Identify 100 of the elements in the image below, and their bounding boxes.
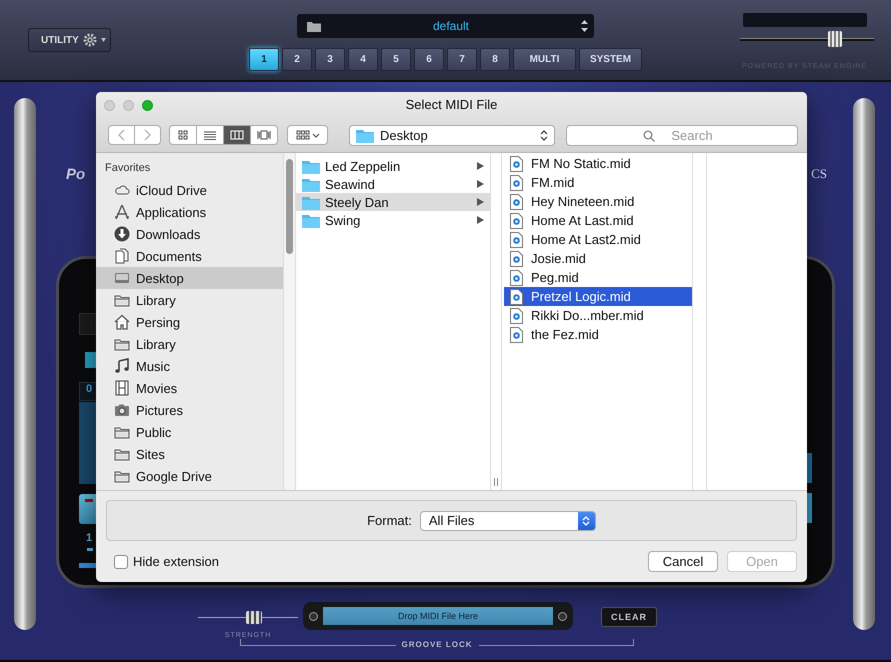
- file-row[interactable]: the Fez.mid: [504, 325, 692, 344]
- column-view-icon: [230, 129, 244, 141]
- folder-row[interactable]: Steely Dan: [296, 193, 490, 211]
- file-row[interactable]: Rikki Do...mber.mid: [504, 306, 692, 325]
- sidebar-heading: Favorites: [104, 162, 152, 176]
- format-label: Format:: [367, 513, 412, 528]
- slider-thumb[interactable]: [828, 31, 842, 47]
- folder-row[interactable]: Led Zeppelin: [296, 157, 490, 175]
- folder-row[interactable]: Seawind: [296, 175, 490, 193]
- clear-button[interactable]: CLEAR: [601, 607, 657, 627]
- file-row[interactable]: FM.mid: [504, 173, 692, 192]
- checkbox[interactable]: [114, 554, 128, 568]
- chevron-down-icon: [312, 132, 320, 138]
- desktop-icon: [114, 270, 130, 286]
- search-field[interactable]: Search: [566, 124, 798, 146]
- dialog-button[interactable]: Cancel: [648, 551, 718, 572]
- part-tab[interactable]: 4: [348, 48, 378, 71]
- disclosure-triangle-icon: [477, 198, 484, 206]
- music-note-icon: [114, 358, 130, 374]
- grid-icon: [296, 130, 310, 140]
- part-tab[interactable]: 2: [282, 48, 312, 71]
- part-tab[interactable]: 1: [249, 48, 279, 71]
- location-popup[interactable]: Desktop: [349, 124, 555, 146]
- midi-file-icon: [510, 156, 523, 172]
- arrange-button[interactable]: [287, 125, 328, 145]
- view-mode-button[interactable]: [223, 126, 250, 144]
- part-tab[interactable]: 8: [480, 48, 510, 71]
- compass-icon: [114, 204, 130, 220]
- sidebar-item[interactable]: Persing: [96, 311, 283, 333]
- folder-icon: [302, 212, 320, 228]
- stepper-icon: [540, 128, 548, 142]
- part-tab[interactable]: MULTI: [513, 48, 576, 71]
- utility-button[interactable]: UTILITY: [28, 28, 111, 52]
- file-row[interactable]: FM No Static.mid: [504, 154, 692, 173]
- midi-file-icon: [510, 250, 523, 266]
- sidebar-item[interactable]: iCloud Drive: [96, 179, 283, 201]
- midi-file-icon: [510, 174, 523, 190]
- documents-icon: [114, 248, 130, 264]
- sidebar-item[interactable]: Sites: [96, 443, 283, 465]
- zoom-button[interactable]: [142, 100, 153, 110]
- sidebar-item[interactable]: Pictures: [96, 399, 283, 421]
- part-tab[interactable]: 7: [447, 48, 477, 71]
- logo-text: CS: [811, 166, 827, 182]
- list-view-icon: [203, 129, 217, 141]
- sidebar-item[interactable]: Applications: [96, 201, 283, 223]
- preset-selector[interactable]: default: [297, 14, 594, 38]
- download-icon: [114, 226, 130, 242]
- window-title: Select MIDI File: [406, 97, 498, 112]
- channel-number: 1: [86, 532, 94, 544]
- resize-grip[interactable]: [494, 478, 498, 486]
- caret-icon: [101, 38, 106, 42]
- slider-thumb[interactable]: [246, 611, 262, 624]
- file-row[interactable]: Peg.mid: [504, 268, 692, 287]
- sidebar-item[interactable]: Desktop: [96, 267, 283, 289]
- folder-icon: [302, 194, 320, 210]
- midi-file-icon: [510, 232, 523, 248]
- sidebar-item[interactable]: Downloads: [96, 223, 283, 245]
- drop-zone-label: Drop MIDI File Here: [323, 607, 553, 625]
- disclosure-triangle-icon: [477, 216, 484, 224]
- drop-zone[interactable]: Drop MIDI File Here: [303, 602, 573, 630]
- file-row[interactable]: Pretzel Logic.mid: [504, 287, 692, 306]
- midi-file-icon: [510, 212, 523, 228]
- midi-file-icon: [510, 194, 523, 210]
- sidebar-item[interactable]: Library: [96, 289, 283, 311]
- midi-file-icon: [510, 308, 523, 324]
- disclosure-triangle-icon: [477, 162, 484, 170]
- cover-flow-icon: [257, 129, 271, 141]
- file-row[interactable]: Hey Nineteen.mid: [504, 192, 692, 211]
- sidebar-item[interactable]: Documents: [96, 245, 283, 267]
- search-icon: [643, 130, 655, 142]
- file-row[interactable]: Home At Last2.mid: [504, 230, 692, 249]
- screw-icon: [558, 612, 567, 620]
- midi-file-icon: [510, 288, 523, 304]
- file-row[interactable]: Home At Last.mid: [504, 211, 692, 230]
- disclosure-triangle-icon: [477, 180, 484, 188]
- sidebar-item[interactable]: Google Drive: [96, 465, 283, 487]
- part-tab[interactable]: SYSTEM: [579, 48, 642, 71]
- format-popup[interactable]: All Files: [420, 510, 596, 530]
- stepper-icon: [581, 19, 588, 33]
- scrollbar[interactable]: [286, 159, 293, 254]
- film-icon: [114, 380, 130, 396]
- camera-icon: [114, 402, 130, 418]
- chevron-right-icon: [144, 129, 151, 141]
- sidebar-item[interactable]: Public: [96, 421, 283, 443]
- folder-row[interactable]: Swing: [296, 211, 490, 229]
- folder-icon: [302, 176, 320, 192]
- part-tab[interactable]: 5: [381, 48, 411, 71]
- home-icon: [114, 314, 130, 330]
- screw-icon: [309, 612, 318, 620]
- folder-icon: [356, 128, 374, 142]
- chevron-left-icon: [118, 129, 125, 141]
- groove-lock-label: GROOVE LOCK: [402, 640, 473, 649]
- part-tab[interactable]: 6: [414, 48, 444, 71]
- icon-view-icon: [176, 129, 190, 141]
- part-tab[interactable]: 3: [315, 48, 345, 71]
- file-row[interactable]: Josie.mid: [504, 249, 692, 268]
- led-mark: [85, 499, 93, 502]
- sidebar-item[interactable]: Music: [96, 355, 283, 377]
- logo-text: Po: [66, 166, 86, 182]
- sidebar-item[interactable]: Library: [96, 333, 283, 355]
